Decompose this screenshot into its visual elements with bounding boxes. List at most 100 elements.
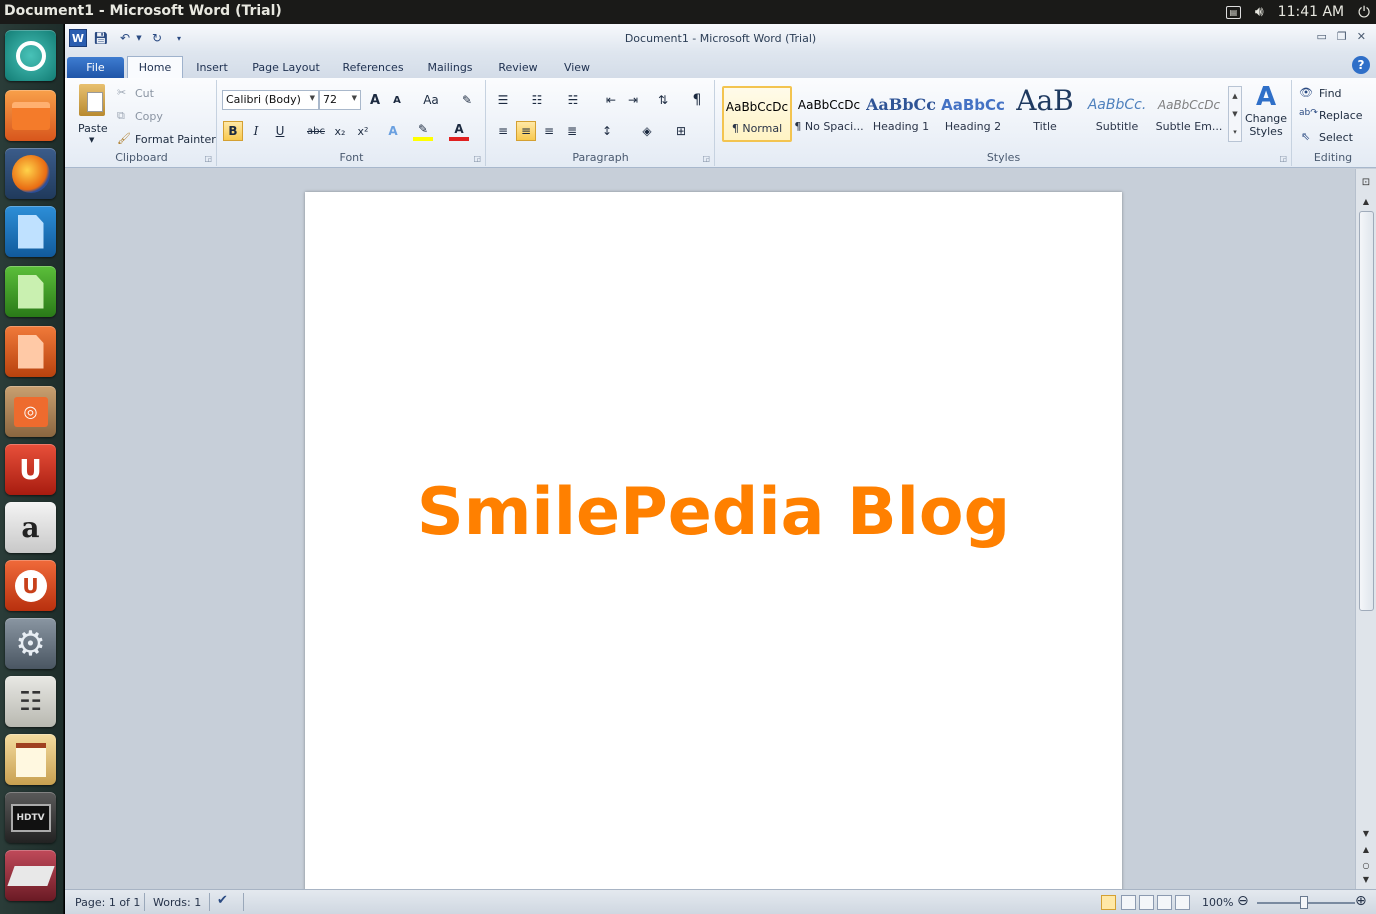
shading-button[interactable]: ◈ [637, 121, 657, 141]
word-count[interactable]: Words: 1 [153, 896, 201, 909]
replace-button[interactable]: ab↷ Replace [1299, 106, 1369, 126]
web-layout-icon[interactable] [1139, 895, 1154, 910]
clipboard-launcher-icon[interactable]: ◲ [204, 154, 212, 163]
paste-button[interactable]: Paste ▼ [71, 82, 111, 148]
show-formatting-button[interactable]: ¶ [687, 90, 707, 110]
browse-object-icon[interactable]: ○ [1359, 861, 1373, 870]
next-page-icon[interactable]: ▼ [1359, 875, 1373, 884]
vertical-scrollbar[interactable]: ⊡ ▲ ▼ ▲ ○ ▼ [1355, 169, 1376, 889]
font-name-combo[interactable]: Calibri (Body) ▼ [222, 90, 319, 110]
firefox-icon[interactable] [5, 148, 56, 199]
highlight-button[interactable]: ✎ [413, 121, 433, 141]
sort-button[interactable]: ⇅ [653, 90, 673, 110]
tab-home[interactable]: Home [127, 56, 183, 78]
font-size-combo[interactable]: 72 ▼ [319, 90, 361, 110]
minimize-icon[interactable]: ▭ [1317, 30, 1327, 43]
tab-view[interactable]: View [555, 57, 599, 78]
shrink-font-button[interactable]: A [387, 90, 407, 110]
impress-icon[interactable] [5, 326, 56, 377]
ubuntu-one-icon[interactable]: U [5, 444, 56, 495]
copy-button[interactable]: ⧉ Copy [115, 107, 205, 127]
style-subtle-emphasis[interactable]: AaBbCcDc Subtle Em... [1154, 86, 1224, 142]
ubuntu-one-music-icon[interactable]: U [5, 560, 56, 611]
writer-icon[interactable] [5, 206, 56, 257]
underline-button[interactable]: U [270, 121, 290, 141]
zoom-in-icon[interactable]: ⊕ [1355, 893, 1367, 909]
style-title[interactable]: AaB Title [1010, 86, 1080, 142]
style-heading-2[interactable]: AaBbCc Heading 2 [938, 86, 1008, 142]
subscript-button[interactable]: x₂ [330, 121, 350, 141]
software-center-icon[interactable]: ◎ [5, 386, 56, 437]
scroll-down-icon[interactable]: ▼ [1359, 829, 1373, 838]
amazon-icon[interactable]: a [5, 502, 56, 553]
power-icon[interactable]: ⏻ [1358, 3, 1370, 21]
style-normal[interactable]: AaBbCcDc ¶ Normal [722, 86, 792, 142]
system-settings-icon[interactable]: ⚙ [5, 618, 56, 669]
paragraph-launcher-icon[interactable]: ◲ [702, 154, 710, 163]
full-screen-reading-icon[interactable] [1121, 895, 1136, 910]
calc-icon[interactable] [5, 266, 56, 317]
close-icon[interactable]: ✕ [1357, 30, 1366, 43]
draft-icon[interactable] [1175, 895, 1190, 910]
ruler-toggle-icon[interactable]: ⊡ [1359, 177, 1373, 188]
tab-page-layout[interactable]: Page Layout [245, 57, 327, 78]
style-no-spacing[interactable]: AaBbCcDc ¶ No Spaci... [794, 86, 864, 142]
restore-icon[interactable]: ❐ [1337, 30, 1347, 43]
page-count[interactable]: Page: 1 of 1 [75, 896, 140, 909]
style-subtitle[interactable]: AaBbCc. Subtitle [1082, 86, 1152, 142]
files-icon[interactable] [5, 90, 56, 141]
clear-formatting-button[interactable]: ✎ [457, 90, 477, 110]
media-icon[interactable] [5, 850, 56, 901]
zoom-out-icon[interactable]: ⊖ [1237, 893, 1249, 909]
zoom-slider-thumb[interactable] [1300, 896, 1308, 909]
increase-indent-button[interactable]: ⇥ [623, 90, 643, 110]
styles-gallery-scroll[interactable]: ▲ ▼ ▾ [1228, 86, 1242, 142]
text-effects-button[interactable]: A [383, 121, 403, 141]
help-icon[interactable]: ? [1352, 56, 1370, 74]
hdtv-icon[interactable]: HDTV [5, 792, 56, 843]
align-center-button[interactable]: ≡ [516, 121, 536, 141]
mixer-icon[interactable]: ☷ [5, 676, 56, 727]
font-launcher-icon[interactable]: ◲ [473, 154, 481, 163]
format-painter-button[interactable]: 🖌︎ Format Painter [115, 130, 216, 150]
tab-references[interactable]: References [337, 57, 409, 78]
proofing-icon[interactable]: ✔ [217, 893, 228, 908]
ubuntu-dash-icon[interactable] [5, 30, 56, 81]
align-right-button[interactable]: ≡ [539, 121, 559, 141]
borders-button[interactable]: ⊞ [671, 121, 691, 141]
scroll-up-icon[interactable]: ▲ [1359, 197, 1373, 206]
align-left-button[interactable]: ≡ [493, 121, 513, 141]
tab-review[interactable]: Review [491, 57, 545, 78]
document-page[interactable]: SmilePedia Blog [305, 192, 1122, 889]
tab-file[interactable]: File [67, 57, 124, 78]
bullets-button[interactable]: ☰ [493, 90, 513, 110]
zoom-slider[interactable] [1257, 896, 1355, 909]
font-color-button[interactable]: A [449, 121, 469, 141]
clock[interactable]: 11:41 AM [1278, 4, 1344, 20]
keyboard-indicator-icon[interactable]: ▤ [1225, 5, 1241, 19]
superscript-button[interactable]: x² [353, 121, 373, 141]
strikethrough-button[interactable]: abc [304, 121, 328, 141]
italic-button[interactable]: I [246, 121, 266, 141]
select-button[interactable]: ⇖ Select [1299, 128, 1369, 148]
notepad-icon[interactable] [5, 734, 56, 785]
change-styles-button[interactable]: A Change Styles [1244, 82, 1288, 150]
multilevel-list-button[interactable]: ☵ [563, 90, 583, 110]
tab-mailings[interactable]: Mailings [419, 57, 481, 78]
volume-icon[interactable]: 🔊︎ [1255, 4, 1264, 20]
tab-insert[interactable]: Insert [189, 57, 235, 78]
styles-launcher-icon[interactable]: ◲ [1279, 154, 1287, 163]
find-button[interactable]: 👁︎ Find [1299, 84, 1369, 104]
numbering-button[interactable]: ☷ [527, 90, 547, 110]
prev-page-icon[interactable]: ▲ [1359, 845, 1373, 854]
decrease-indent-button[interactable]: ⇤ [601, 90, 621, 110]
style-heading-1[interactable]: AaBbCc Heading 1 [866, 86, 936, 142]
print-layout-icon[interactable] [1101, 895, 1116, 910]
outline-icon[interactable] [1157, 895, 1172, 910]
zoom-level[interactable]: 100% [1202, 896, 1233, 909]
grow-font-button[interactable]: A [365, 90, 385, 110]
scroll-thumb[interactable] [1359, 211, 1374, 611]
justify-button[interactable]: ≣ [562, 121, 582, 141]
cut-button[interactable]: ✂ Cut [115, 84, 205, 104]
change-case-button[interactable]: Aa [417, 90, 445, 110]
